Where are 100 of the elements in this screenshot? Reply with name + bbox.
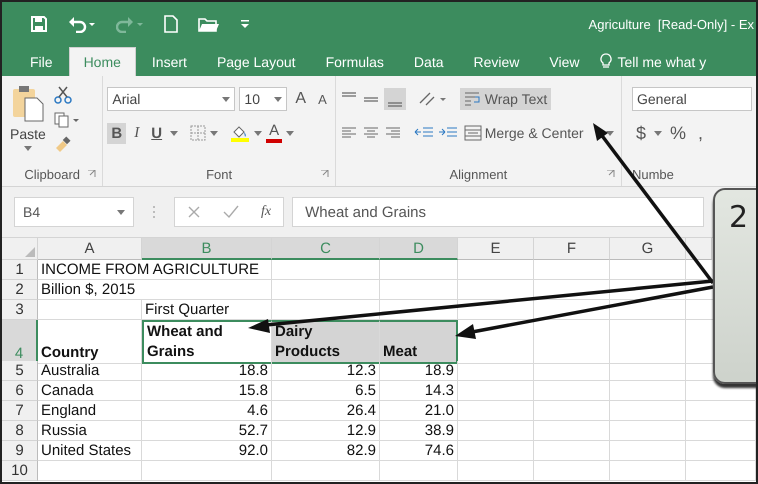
- ribbon-tab[interactable]: Formulas: [312, 47, 398, 76]
- row-header[interactable]: 9: [2, 441, 38, 461]
- new-file-icon[interactable]: [164, 15, 178, 33]
- format-painter-icon[interactable]: [54, 136, 72, 152]
- borders-icon[interactable]: [190, 125, 206, 141]
- save-icon[interactable]: [30, 15, 48, 33]
- lightbulb-icon: [600, 53, 612, 69]
- undo-icon[interactable]: [68, 15, 96, 33]
- dialog-launcher-icon[interactable]: [320, 170, 329, 178]
- window-title: Agriculture [Read-Only] - Ex: [588, 16, 754, 32]
- caret-icon: [222, 96, 230, 102]
- table-cell: United States: [38, 441, 142, 461]
- cancel-icon[interactable]: [187, 205, 201, 219]
- table-cell: 82.9: [272, 441, 380, 461]
- caret-icon: [24, 146, 32, 151]
- caret-icon[interactable]: [606, 130, 614, 136]
- copy-icon[interactable]: [54, 112, 80, 128]
- table-cell: [686, 461, 756, 481]
- row-header[interactable]: 2: [2, 280, 38, 300]
- table-cell: 26.4: [272, 401, 380, 421]
- fill-color-icon[interactable]: [230, 124, 250, 142]
- row-header[interactable]: 6: [2, 381, 38, 401]
- table-cell: 12.3: [272, 361, 380, 381]
- wrap-text-button[interactable]: Wrap Text: [460, 88, 552, 110]
- table-cell: [686, 401, 756, 421]
- table-cell: 38.9: [380, 421, 458, 441]
- table-cell: [686, 441, 756, 461]
- underline-button[interactable]: U: [147, 122, 166, 144]
- corner-triangle-icon: [25, 247, 35, 257]
- table-cell: England: [38, 401, 142, 421]
- folder-icon[interactable]: [198, 16, 220, 32]
- ribbon-tab[interactable]: Insert: [138, 47, 201, 76]
- scissors-icon[interactable]: [54, 86, 72, 104]
- column-header[interactable]: E: [458, 238, 534, 260]
- orientation-icon[interactable]: [418, 91, 446, 107]
- font-name-field[interactable]: Arial: [107, 87, 236, 111]
- font-size-field[interactable]: 10: [239, 87, 288, 111]
- ribbon-tab[interactable]: View: [535, 47, 594, 76]
- italic-button[interactable]: I: [130, 122, 144, 144]
- caret-icon: [274, 96, 282, 102]
- table-cell: 92.0: [142, 441, 272, 461]
- comma-button[interactable]: ,: [694, 120, 708, 146]
- group-label: Font: [206, 166, 232, 182]
- tell-me-field[interactable]: Tell me what y: [618, 48, 706, 76]
- column-header[interactable]: [686, 238, 712, 260]
- currency-button[interactable]: $: [632, 120, 650, 146]
- ribbon-tab[interactable]: File: [16, 47, 67, 76]
- group-label: Clipboard: [24, 166, 80, 182]
- table-cell: 4.6: [142, 401, 272, 421]
- font-color-button[interactable]: A: [266, 123, 282, 143]
- table-cell: Australia: [38, 361, 142, 381]
- ribbon-tab[interactable]: Home: [68, 47, 136, 76]
- grip-icon: [152, 205, 156, 219]
- percent-button[interactable]: %: [666, 120, 690, 146]
- row-header[interactable]: 8: [2, 421, 38, 441]
- merge-center-button[interactable]: Merge & Center: [462, 122, 588, 144]
- table-cell: Meat: [380, 320, 458, 364]
- name-box[interactable]: B4: [14, 197, 134, 227]
- wrap-text-icon: [464, 91, 482, 107]
- bottom-align-icon[interactable]: [384, 88, 406, 110]
- group-label: Numbe: [632, 166, 674, 182]
- paste-button[interactable]: Paste: [6, 84, 50, 162]
- row-header[interactable]: 3: [2, 300, 38, 320]
- bold-button[interactable]: B: [107, 122, 126, 144]
- ribbon-tab[interactable]: Page Layout: [202, 47, 310, 76]
- dialog-launcher-icon[interactable]: [88, 170, 96, 178]
- check-icon[interactable]: [223, 205, 239, 219]
- table-cell: 14.3: [380, 381, 458, 401]
- clipboard-icon: [10, 84, 45, 122]
- number-format-field[interactable]: General: [632, 87, 752, 111]
- insert-function-button[interactable]: fx: [261, 204, 272, 220]
- column-header[interactable]: F: [534, 238, 610, 260]
- ribbon-tab[interactable]: Data: [400, 47, 458, 76]
- row-header[interactable]: 1: [2, 260, 38, 280]
- formula-field[interactable]: Wheat and Grains: [292, 197, 704, 227]
- ribbon-tab[interactable]: Review: [460, 47, 534, 76]
- table-cell: 74.6: [380, 441, 458, 461]
- row-header[interactable]: 10: [2, 461, 38, 481]
- row-header[interactable]: 5: [2, 361, 38, 381]
- table-cell: Canada: [38, 381, 142, 401]
- table-cell: 21.0: [380, 401, 458, 421]
- table-cell: 15.8: [142, 381, 272, 401]
- table-cell: Wheat and Grains: [142, 320, 272, 364]
- row-header[interactable]: 7: [2, 401, 38, 421]
- group-label: Alignment: [449, 166, 508, 182]
- caret-icon: [117, 210, 125, 214]
- table-cell: INCOME FROM AGRICULTURE: [38, 260, 272, 280]
- table-cell: 18.8: [142, 361, 272, 381]
- table-cell: 18.9: [380, 361, 458, 381]
- shrink-font-button[interactable]: A: [314, 90, 331, 108]
- grow-font-button[interactable]: A: [291, 88, 310, 110]
- table-cell: 6.5: [272, 381, 380, 401]
- table-cell: [686, 421, 756, 441]
- column-header[interactable]: G: [610, 238, 686, 260]
- customize-icon[interactable]: [240, 18, 250, 30]
- dialog-launcher-icon[interactable]: [606, 170, 615, 178]
- merge-icon: [464, 125, 482, 141]
- table-cell: 12.9: [272, 421, 380, 441]
- column-header[interactable]: A: [38, 238, 142, 260]
- table-cell: Russia: [38, 421, 142, 441]
